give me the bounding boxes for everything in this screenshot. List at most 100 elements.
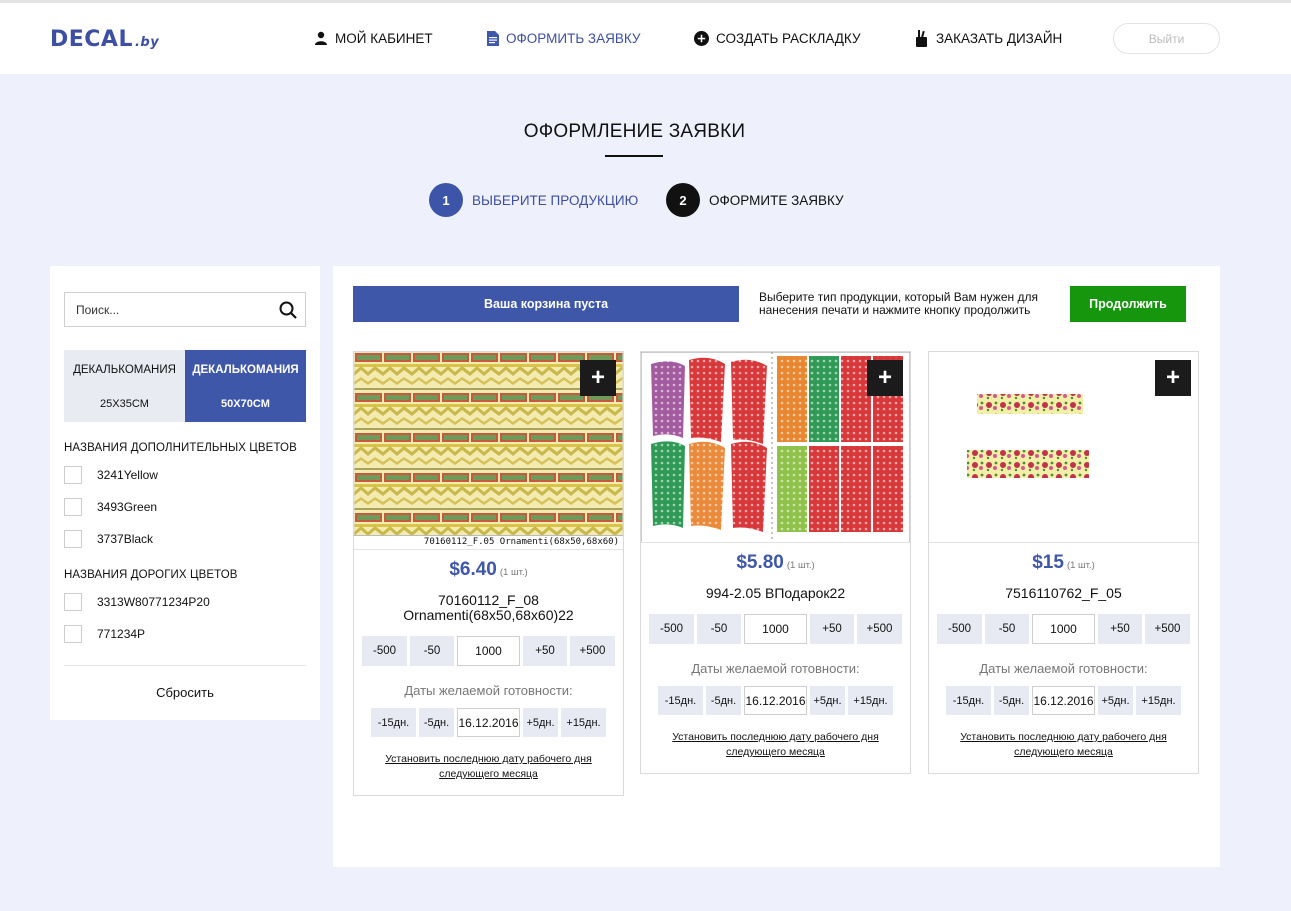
top-header: DECAL .by МОЙ КАБИНЕТ ОФОРМИТЬ ЗАЯВКУ СОЗ…: [0, 0, 1291, 74]
qty-plus-500-button[interactable]: +500: [857, 614, 902, 644]
expensive-colors-title: НАЗВАНИЯ ДОРОГИХ ЦВЕТОВ: [64, 569, 238, 581]
product-name: 70160112_F_08 Ornamenti(68x50,68x60)22: [403, 592, 574, 623]
qty-minus-500-button[interactable]: -500: [362, 636, 407, 666]
qty-note: (1 шт.): [1066, 560, 1095, 571]
filter-option-label: 3241Yellow: [97, 468, 158, 482]
filter-option[interactable]: 771234P: [64, 624, 145, 644]
step-number: 2: [666, 183, 700, 217]
qty-plus-500-button[interactable]: +500: [570, 636, 615, 666]
step-place-order[interactable]: 2 ОФОРМИТЕ ЗАЯВКУ: [666, 183, 844, 217]
step-number: 1: [429, 183, 463, 217]
format-tab-size: 25X35CM: [100, 398, 149, 410]
date-input[interactable]: 16.12.2016: [1032, 686, 1095, 715]
add-to-cart-button[interactable]: +: [1155, 360, 1191, 396]
date-plus-15-button[interactable]: +15дн.: [561, 708, 606, 737]
qty-minus-500-button[interactable]: -500: [649, 614, 694, 644]
filter-option[interactable]: 3493Green: [64, 497, 157, 517]
search-icon[interactable]: [279, 301, 297, 319]
nav-place-order[interactable]: ОФОРМИТЬ ЗАЯВКУ: [487, 28, 640, 48]
dates-label: Даты желаемой готовности:: [979, 661, 1148, 676]
date-plus-5-button[interactable]: +5дн.: [810, 686, 845, 715]
price-row: $6.40 (1 шт.): [354, 559, 623, 581]
date-plus-5-button[interactable]: +5дн.: [1098, 686, 1133, 715]
nav-my-cabinet[interactable]: МОЙ КАБИНЕТ: [314, 28, 433, 48]
hint-text: Выберите тип продукции, который Вам нуже…: [759, 290, 1038, 317]
quantity-input[interactable]: 1000: [1032, 614, 1095, 644]
qty-plus-50-button[interactable]: +50: [810, 614, 854, 644]
quantity-input[interactable]: 1000: [744, 614, 807, 644]
quantity-stepper: -500 -50 1000 +50 +500: [354, 636, 623, 666]
qty-minus-50-button[interactable]: -50: [410, 636, 454, 666]
search-box: [64, 292, 306, 327]
logo[interactable]: DECAL .by: [50, 27, 159, 52]
product-image[interactable]: +: [929, 352, 1198, 543]
dates-label: Даты желаемой готовности:: [691, 661, 860, 676]
nav-label: ОФОРМИТЬ ЗАЯВКУ: [506, 30, 641, 46]
set-last-date-link[interactable]: Установить последнюю дату рабочего дня с…: [364, 752, 613, 782]
date-plus-15-button[interactable]: +15дн.: [848, 686, 893, 715]
qty-minus-50-button[interactable]: -50: [985, 614, 1029, 644]
price-row: $5.80 (1 шт.): [641, 552, 910, 574]
user-icon: [315, 31, 327, 45]
filter-option-label: 3737Black: [97, 532, 154, 546]
checkbox[interactable]: [64, 625, 82, 643]
date-input[interactable]: 16.12.2016: [457, 708, 520, 737]
format-tab-25x35[interactable]: ДЕКАЛЬКОМАНИЯ 25X35CM: [64, 350, 185, 422]
checkbox[interactable]: [64, 466, 82, 484]
search-input[interactable]: [65, 293, 265, 326]
cart-button[interactable]: Ваша корзина пуста: [353, 286, 739, 322]
reset-button[interactable]: Сбросить: [64, 685, 306, 700]
quantity-stepper: -500 -50 1000 +50 +500: [929, 614, 1198, 644]
qty-plus-50-button[interactable]: +50: [1098, 614, 1142, 644]
continue-button[interactable]: Продолжить: [1070, 286, 1186, 322]
format-tabs: ДЕКАЛЬКОМАНИЯ 25X35CM ДЕКАЛЬКОМАНИЯ 50X7…: [64, 350, 306, 422]
date-input[interactable]: 16.12.2016: [744, 686, 807, 715]
qty-plus-50-button[interactable]: +50: [523, 636, 567, 666]
logout-button[interactable]: Выйти: [1113, 23, 1220, 54]
step-label: ВЫБЕРИТЕ ПРОДУКЦИЮ: [472, 192, 639, 208]
checkbox[interactable]: [64, 593, 82, 611]
product-image[interactable]: +: [641, 352, 910, 543]
checkbox[interactable]: [64, 530, 82, 548]
date-plus-5-button[interactable]: +5дн.: [523, 708, 558, 737]
filter-option[interactable]: 3737Black: [64, 529, 153, 549]
qty-minus-50-button[interactable]: -50: [697, 614, 741, 644]
date-plus-15-button[interactable]: +15дн.: [1136, 686, 1181, 715]
qty-minus-500-button[interactable]: -500: [937, 614, 982, 644]
set-last-date-link[interactable]: Установить последнюю дату рабочего дня с…: [939, 730, 1188, 760]
format-tab-50x70[interactable]: ДЕКАЛЬКОМАНИЯ 50X70CM: [185, 350, 306, 422]
quantity-input[interactable]: 1000: [457, 636, 520, 666]
nav-order-design[interactable]: ЗАКАЗАТЬ ДИЗАЙН: [914, 28, 1062, 48]
product-name: 994-2.05 ВПодарок22: [705, 585, 846, 601]
date-minus-15-button[interactable]: -15дн.: [946, 686, 991, 715]
filter-option[interactable]: 3241Yellow: [64, 465, 158, 485]
document-icon: [487, 30, 499, 46]
product-panel: Ваша корзина пуста Выберите тип продукци…: [333, 266, 1220, 867]
filter-sidebar: ДЕКАЛЬКОМАНИЯ 25X35CM ДЕКАЛЬКОМАНИЯ 50X7…: [50, 266, 320, 720]
nav-create-layout[interactable]: СОЗДАТЬ РАСКЛАДКУ: [694, 28, 861, 48]
quantity-stepper: -500 -50 1000 +50 +500: [641, 614, 910, 644]
checkbox[interactable]: [64, 498, 82, 516]
date-minus-5-button[interactable]: -5дн.: [419, 708, 454, 737]
date-minus-15-button[interactable]: -15дн.: [371, 708, 416, 737]
qty-plus-500-button[interactable]: +500: [1145, 614, 1190, 644]
step-choose-product[interactable]: 1 ВЫБЕРИТЕ ПРОДУКЦИЮ: [429, 183, 638, 217]
add-to-cart-button[interactable]: +: [580, 360, 616, 396]
price: $5.80: [736, 552, 784, 573]
qty-note: (1 шт.): [499, 567, 528, 578]
date-minus-5-button[interactable]: -5дн.: [706, 686, 741, 715]
image-caption: 70160112_F.05 Ornamenti(68x50,68x60): [354, 535, 623, 549]
filter-option[interactable]: 3313W80771234P20: [64, 592, 210, 612]
product-image[interactable]: 70160112_F.05 Ornamenti(68x50,68x60) +: [354, 352, 623, 550]
date-minus-5-button[interactable]: -5дн.: [994, 686, 1029, 715]
step-label: ОФОРМИТЕ ЗАЯВКУ: [709, 192, 844, 208]
product-card: + $15 (1 шт.) 7516110762_F_05 -500 -50 10…: [928, 351, 1199, 774]
set-last-date-link[interactable]: Установить последнюю дату рабочего дня с…: [651, 730, 900, 760]
additional-colors-title: НАЗВАНИЯ ДОПОЛНИТЕЛЬНЫХ ЦВЕТОВ: [64, 442, 297, 454]
format-tab-name: ДЕКАЛЬКОМАНИЯ: [73, 364, 176, 376]
price-row: $15 (1 шт.): [929, 552, 1198, 574]
date-minus-15-button[interactable]: -15дн.: [658, 686, 703, 715]
add-to-cart-button[interactable]: +: [867, 360, 903, 396]
date-stepper: -15дн. -5дн. 16.12.2016 +5дн. +15дн.: [354, 708, 623, 737]
format-tab-size: 50X70CM: [221, 398, 270, 410]
